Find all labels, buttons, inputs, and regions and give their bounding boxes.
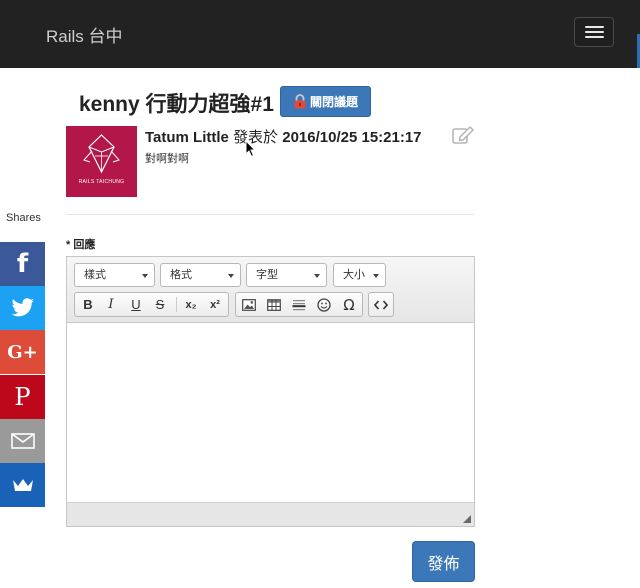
hamburger-bar xyxy=(585,26,604,28)
table-icon xyxy=(267,298,281,311)
avatar: RAILS TAICHUNG xyxy=(66,126,137,197)
google-plus-icon: G+ xyxy=(7,341,38,363)
resize-handle-icon[interactable] xyxy=(463,515,471,523)
size-combo[interactable]: 大小 xyxy=(333,263,386,287)
bold-button[interactable]: B xyxy=(78,295,98,314)
font-combo[interactable]: 字型 xyxy=(246,263,327,287)
twitter-share-button[interactable] xyxy=(0,286,45,330)
code-icon xyxy=(374,299,388,310)
basic-styles-group: B I U S x₂ x² xyxy=(74,292,229,317)
underline-button[interactable]: U xyxy=(126,295,146,314)
styles-combo[interactable]: 樣式 xyxy=(74,263,155,287)
reply-label: * 回應 xyxy=(66,236,95,252)
post-header: Tatum Little 發表於 2016/10/25 15:21:17 xyxy=(145,126,422,147)
pinterest-icon: P xyxy=(14,383,31,411)
lock-icon xyxy=(294,94,306,109)
twitter-bird-icon xyxy=(11,298,34,317)
chevron-down-icon xyxy=(314,274,320,278)
crown-icon xyxy=(12,479,33,491)
smiley-button[interactable] xyxy=(314,295,334,314)
chevron-down-icon xyxy=(142,274,148,278)
divider xyxy=(66,214,474,215)
styles-combo-label: 樣式 xyxy=(84,269,106,281)
font-combo-label: 字型 xyxy=(256,269,278,281)
reply-content-area[interactable] xyxy=(67,323,474,502)
special-char-button[interactable]: Ω xyxy=(339,295,359,314)
navbar: Rails 台中 xyxy=(0,0,640,68)
insert-group: Ω xyxy=(235,292,363,317)
source-group xyxy=(368,292,394,317)
facebook-icon: f xyxy=(16,249,29,279)
toolbar-separator xyxy=(176,297,177,312)
horizontal-rule-button[interactable] xyxy=(289,295,309,314)
image-button[interactable] xyxy=(239,295,259,314)
chevron-down-icon xyxy=(228,274,234,278)
post-timestamp: 2016/10/25 15:21:17 xyxy=(282,129,422,146)
page-title: kenny 行動力超強#1 xyxy=(79,93,274,116)
crown-share-button[interactable] xyxy=(0,463,45,507)
navbar-brand[interactable]: Rails 台中 xyxy=(46,22,123,47)
chevron-down-icon xyxy=(373,274,379,278)
facebook-share-button[interactable]: f xyxy=(0,242,45,286)
submit-button[interactable]: 發佈 xyxy=(412,541,475,582)
image-icon xyxy=(242,298,256,311)
avatar-caption: RAILS TAICHUNG xyxy=(78,179,125,185)
source-code-button[interactable] xyxy=(371,295,391,314)
author-name[interactable]: Tatum Little xyxy=(145,129,229,146)
subscript-button[interactable]: x₂ xyxy=(181,295,201,314)
size-combo-label: 大小 xyxy=(343,269,365,281)
superscript-button[interactable]: x² xyxy=(205,295,225,314)
reply-label-text: 回應 xyxy=(73,239,96,251)
rails-taichung-logo-icon xyxy=(83,134,120,174)
email-share-button[interactable] xyxy=(0,419,45,463)
edit-icon[interactable] xyxy=(452,125,474,145)
italic-button[interactable]: I xyxy=(101,295,121,314)
post-body: 對啊對啊 xyxy=(145,153,189,165)
editor-toolbar: 樣式 格式 字型 大小 B I U S x₂ x² Ω xyxy=(67,257,474,323)
close-topic-button[interactable]: 關閉議題 xyxy=(280,86,371,117)
rich-text-editor: 樣式 格式 字型 大小 B I U S x₂ x² Ω xyxy=(66,256,475,527)
table-button[interactable] xyxy=(264,295,284,314)
pinterest-share-button[interactable]: P xyxy=(0,375,45,419)
email-icon xyxy=(10,433,35,449)
editor-statusbar xyxy=(67,502,474,526)
strikethrough-button[interactable]: S xyxy=(150,295,170,314)
shares-label: Shares xyxy=(6,212,41,224)
close-topic-label: 關閉議題 xyxy=(309,95,358,109)
format-combo[interactable]: 格式 xyxy=(160,263,241,287)
hamburger-bar xyxy=(585,36,604,38)
smiley-icon xyxy=(317,297,331,312)
horizontal-rule-icon xyxy=(292,299,306,310)
mouse-pointer-icon xyxy=(245,140,257,158)
hamburger-bar xyxy=(585,31,604,33)
format-combo-label: 格式 xyxy=(170,269,192,281)
menu-toggle-button[interactable] xyxy=(574,17,614,47)
google-plus-share-button[interactable]: G+ xyxy=(0,330,45,374)
